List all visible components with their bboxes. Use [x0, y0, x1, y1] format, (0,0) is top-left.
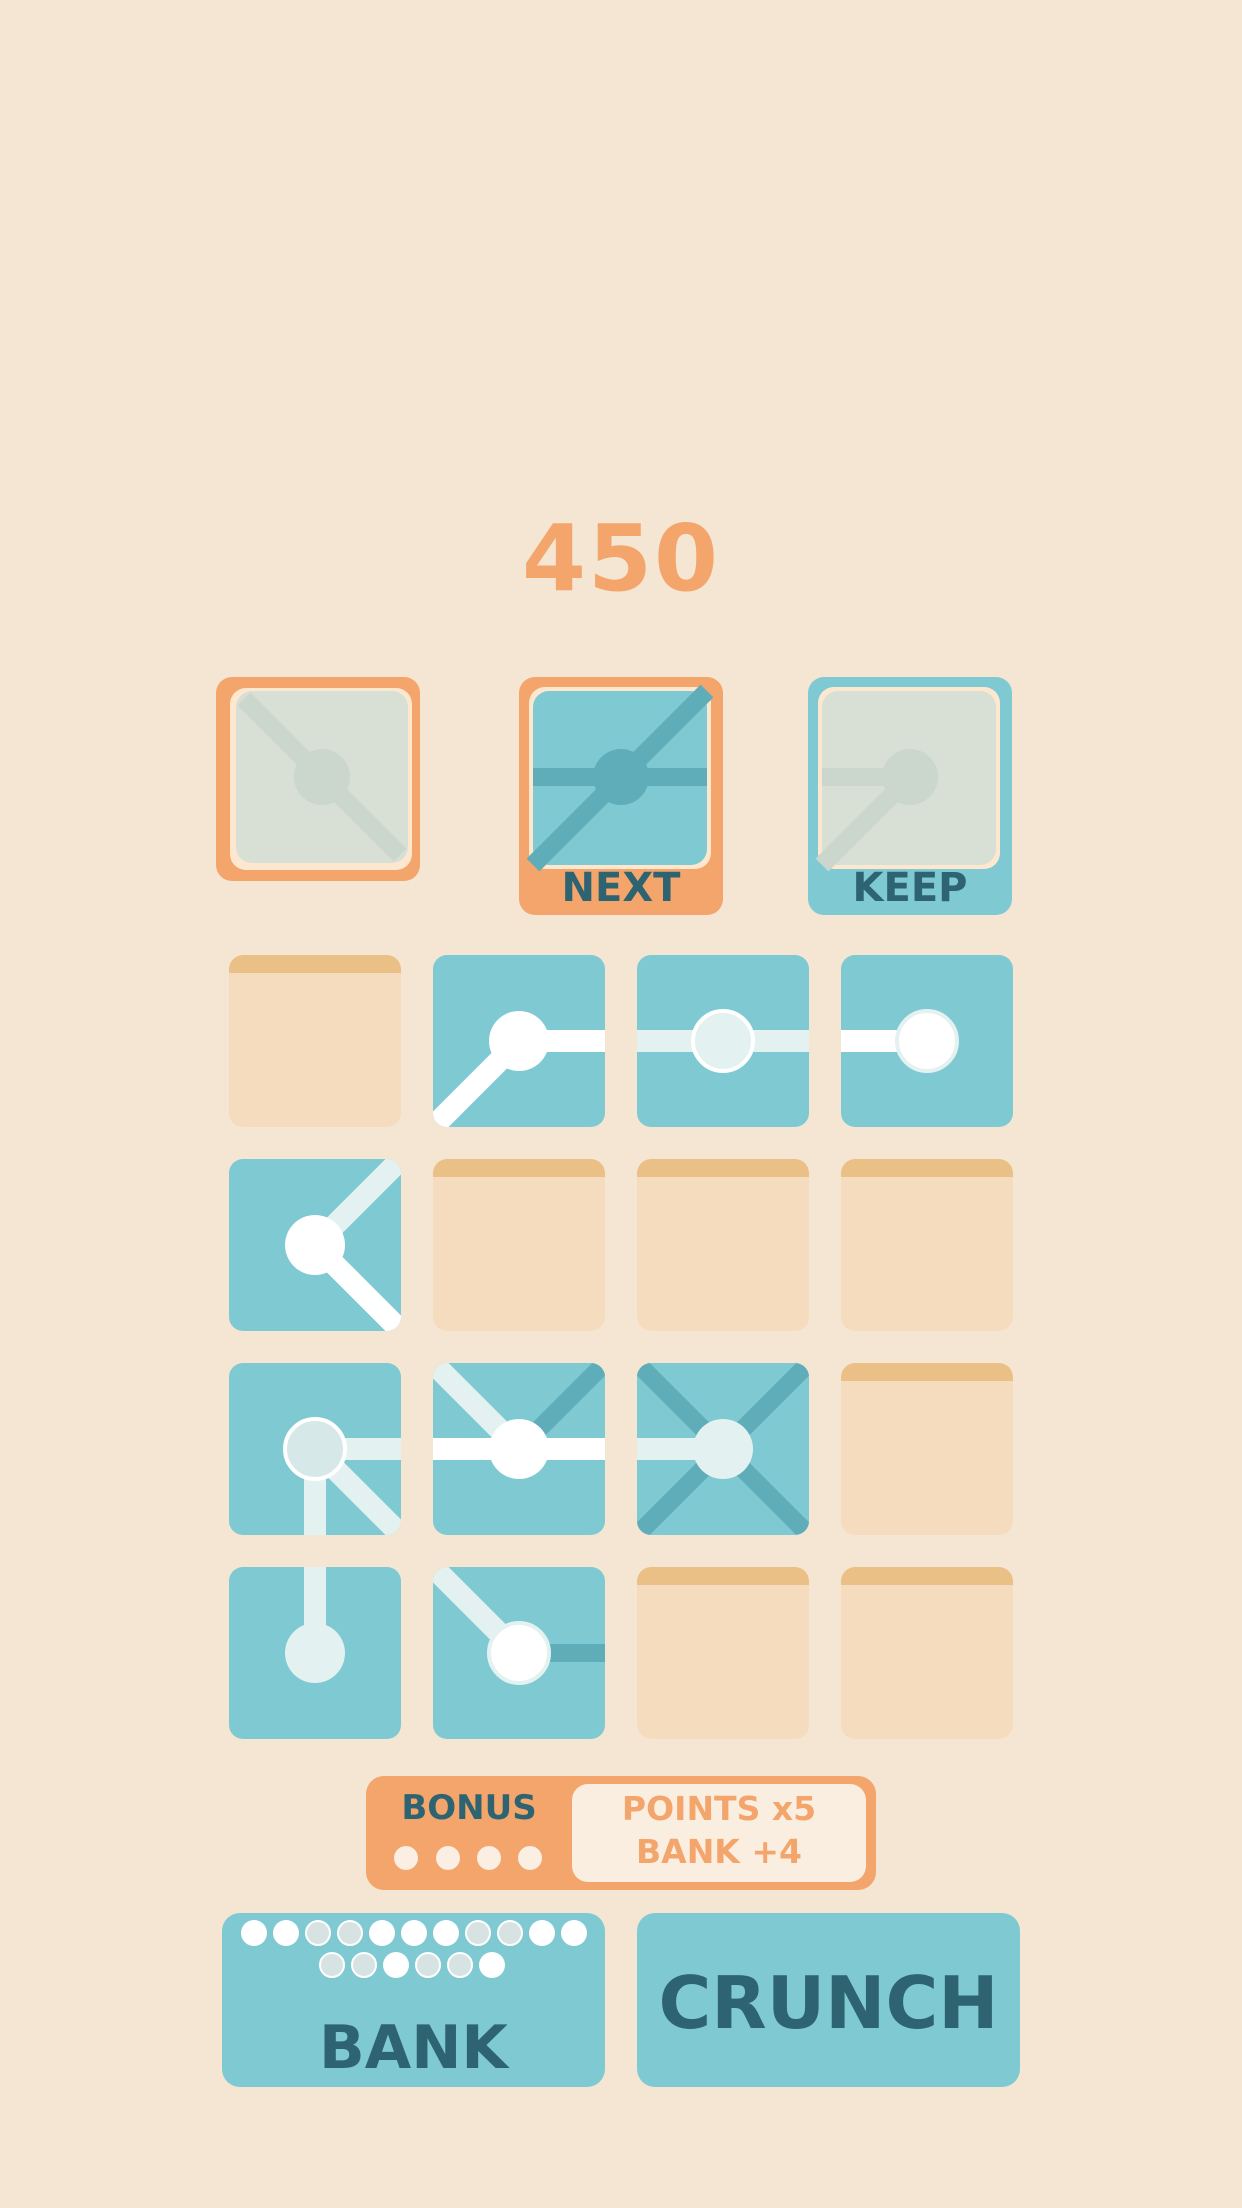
- bank-pip: [497, 1920, 523, 1946]
- score-display: 450: [521, 505, 721, 612]
- bonus-bank-text: BANK +4: [636, 1832, 802, 1871]
- grid-cell-empty[interactable]: [841, 1567, 1013, 1739]
- bank-pip: [401, 1920, 427, 1946]
- bank-pip: [465, 1920, 491, 1946]
- bonus-info: POINTS x5 BANK +4: [572, 1784, 866, 1882]
- grid-cell-empty[interactable]: [229, 955, 401, 1127]
- crunch-label: CRUNCH: [658, 1961, 999, 2045]
- bank-pip: [479, 1952, 505, 1978]
- grid-cell-empty[interactable]: [637, 1159, 809, 1331]
- bank-pip: [447, 1952, 473, 1978]
- crunch-button[interactable]: CRUNCH: [637, 1913, 1020, 2087]
- bank-pip: [319, 1952, 345, 1978]
- bonus-dot: [394, 1846, 418, 1870]
- bonus-dot: [436, 1846, 460, 1870]
- grid-cell-empty[interactable]: [841, 1363, 1013, 1535]
- grid-tile[interactable]: [229, 1159, 401, 1331]
- grid-cell-empty[interactable]: [841, 1159, 1013, 1331]
- bonus-panel: BONUS POINTS x5 BANK +4: [366, 1776, 876, 1890]
- grid-tile[interactable]: [637, 1363, 809, 1535]
- grid-tile[interactable]: [229, 1363, 401, 1535]
- grid-tile[interactable]: [637, 955, 809, 1127]
- grid-cell-empty[interactable]: [433, 1159, 605, 1331]
- grid-tile[interactable]: [433, 955, 605, 1127]
- next-label: NEXT: [561, 865, 681, 911]
- grid-tile[interactable]: [229, 1567, 401, 1739]
- keep-tile-slot[interactable]: KEEP: [808, 677, 1012, 915]
- bonus-dot: [477, 1846, 501, 1870]
- bank-pip: [351, 1952, 377, 1978]
- bank-pip: [305, 1920, 331, 1946]
- bank-pip: [273, 1920, 299, 1946]
- grid-cell-empty[interactable]: [637, 1567, 809, 1739]
- discard-tile-slot[interactable]: [216, 677, 420, 881]
- bank-pip: [383, 1952, 409, 1978]
- bonus-points-text: POINTS x5: [621, 1789, 817, 1828]
- bank-pip: [529, 1920, 555, 1946]
- bonus-title: BONUS: [401, 1788, 537, 1828]
- grid-tile[interactable]: [433, 1567, 605, 1739]
- bank-pip: [415, 1952, 441, 1978]
- bank-pip: [337, 1920, 363, 1946]
- bank-pip: [241, 1920, 267, 1946]
- bonus-dot: [518, 1846, 542, 1870]
- next-tile-slot: NEXT: [519, 677, 723, 915]
- bank-label: BANK: [319, 2013, 508, 2083]
- bank-button[interactable]: BANK: [222, 1913, 605, 2087]
- grid-tile[interactable]: [841, 955, 1013, 1127]
- bank-pip: [561, 1920, 587, 1946]
- keep-label: KEEP: [852, 865, 968, 911]
- grid-tile[interactable]: [433, 1363, 605, 1535]
- bank-pip: [369, 1920, 395, 1946]
- bank-pip: [433, 1920, 459, 1946]
